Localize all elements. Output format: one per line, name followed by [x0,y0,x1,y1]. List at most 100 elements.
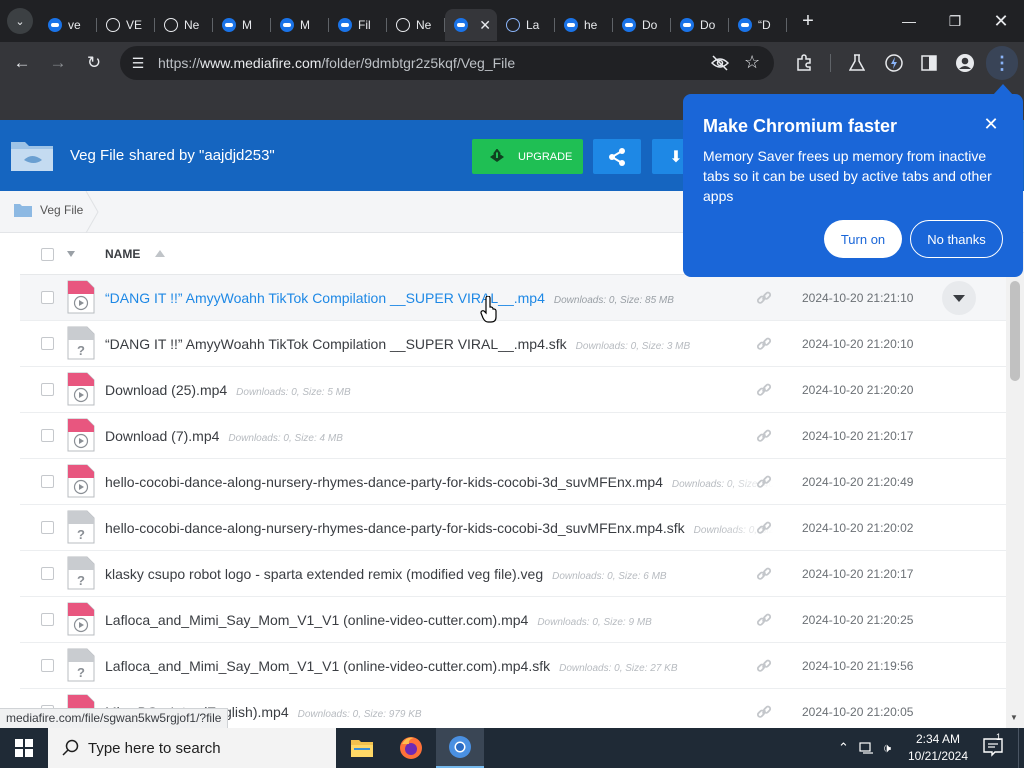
file-name-link[interactable]: “DANG IT !!” AmyyWoahh TikTok Compilatio… [105,336,567,352]
show-desktop-button[interactable] [1018,728,1024,768]
side-panel-icon[interactable] [921,55,937,71]
link-icon[interactable] [756,428,772,444]
row-checkbox[interactable] [41,337,54,350]
scroll-thumb[interactable] [1010,281,1020,381]
tab-close-icon[interactable]: ✕ [479,17,491,34]
site-info-icon[interactable]: ☰ [128,55,148,72]
file-row[interactable]: hello-cocobi-dance-along-nursery-rhymes-… [20,459,1006,505]
file-row[interactable]: Download (7).mp4 Downloads: 0, Size: 4 MB… [20,413,1006,459]
profile-avatar-icon[interactable] [955,53,975,73]
row-checkbox[interactable] [41,475,54,488]
new-tab-button[interactable]: + [795,10,821,33]
arrow-left-icon: ← [13,53,31,72]
file-row[interactable]: ? “DANG IT !!” AmyyWoahh TikTok Compilati… [20,321,1006,367]
tab[interactable]: Ne [155,9,213,41]
row-menu-button[interactable] [942,281,976,315]
minimize-button[interactable]: — [886,0,932,42]
file-name-link[interactable]: Lafloca_and_Mimi_Say_Mom_V1_V1 (online-v… [105,612,528,628]
breadcrumb[interactable]: Veg File [14,203,83,217]
forward-button[interactable]: → [42,47,74,79]
tab[interactable]: M [271,9,329,41]
back-button[interactable]: ← [6,47,38,79]
row-checkbox[interactable] [41,613,54,626]
scroll-down-arrow-icon[interactable]: ▼ [1010,713,1018,722]
turn-on-button[interactable]: Turn on [824,220,902,258]
file-row[interactable]: Download (25).mp4 Downloads: 0, Size: 5 M… [20,367,1006,413]
tab[interactable]: Do [671,9,729,41]
file-row[interactable]: “DANG IT !!” AmyyWoahh TikTok Compilatio… [20,275,1006,321]
link-icon[interactable] [756,474,772,490]
vertical-scrollbar[interactable]: ▼ [1006,233,1024,728]
volume-icon[interactable]: 🕩 [883,740,891,756]
tab[interactable]: La [497,9,555,41]
taskbar: Type here to search ⌃ 🕩 2:34 AM 10/21/20… [0,728,1024,768]
tab[interactable]: Ne [387,9,445,41]
firefox-app[interactable] [387,728,435,768]
svg-text:?: ? [77,343,85,358]
link-icon[interactable] [756,290,772,306]
restore-button[interactable]: ❐ [932,0,978,42]
link-icon[interactable] [756,382,772,398]
tab[interactable]: Do [613,9,671,41]
taskbar-search[interactable]: Type here to search [48,728,336,768]
file-name-link[interactable]: Download (25).mp4 [105,382,227,398]
tab[interactable]: VE [97,9,155,41]
clock[interactable]: 2:34 AM 10/21/2024 [900,731,976,765]
link-icon[interactable] [756,520,772,536]
chevron-up-icon[interactable]: ⌃ [838,740,849,756]
select-all-checkbox[interactable] [41,248,54,261]
tab[interactable]: he [555,9,613,41]
file-meta: Downloads: 0, Size: 6 MB [552,571,667,582]
file-explorer-app[interactable] [338,728,386,768]
tab[interactable]: “D [729,9,787,41]
share-button[interactable] [593,139,641,174]
chromium-app[interactable] [436,728,484,768]
link-icon[interactable] [756,336,772,352]
select-menu-caret[interactable] [67,251,75,257]
tab[interactable]: Fil [329,9,387,41]
column-name-header[interactable]: NAME [105,247,140,261]
file-name-link[interactable]: “DANG IT !!” AmyyWoahh TikTok Compilatio… [105,290,545,306]
file-row[interactable]: ? hello-cocobi-dance-along-nursery-rhymes… [20,505,1006,551]
close-window-button[interactable]: ✕ [978,0,1024,42]
flask-icon[interactable] [849,54,865,72]
chrome-menu-button[interactable]: ⋮ [986,46,1018,80]
file-name-link[interactable]: Lafloca_and_Mimi_Say_Mom_V1_V1 (online-v… [105,658,550,674]
tab[interactable]: M [213,9,271,41]
upgrade-button[interactable]: UPGRADE [472,139,583,174]
link-icon[interactable] [756,658,772,674]
file-name-link[interactable]: hello-cocobi-dance-along-nursery-rhymes-… [105,474,663,490]
extensions-icon[interactable] [795,54,813,72]
file-row[interactable]: Lafloca_and_Mimi_Say_Mom_V1_V1 (online-v… [20,597,1006,643]
network-icon[interactable] [859,741,875,755]
popup-close-button[interactable]: ✕ [981,114,1001,134]
start-button[interactable] [0,728,48,768]
file-name-link[interactable]: Download (7).mp4 [105,428,219,444]
file-name-link[interactable]: klasky csupo robot logo - sparta extende… [105,566,543,582]
file-row[interactable]: ? Lafloca_and_Mimi_Say_Mom_V1_V1 (online-… [20,643,1006,689]
tab-search-button[interactable]: ⌄ [7,8,33,34]
breadcrumb-separator [85,191,99,233]
row-checkbox[interactable] [41,291,54,304]
sort-asc-icon[interactable] [155,250,165,257]
tabs: ve VE Ne M M Fil Ne ✕ La he Do Do “D [39,0,787,42]
file-row[interactable]: ? klasky csupo robot logo - sparta extend… [20,551,1006,597]
memory-saver-icon[interactable] [884,53,904,73]
eye-off-icon[interactable] [710,55,730,71]
row-checkbox[interactable] [41,383,54,396]
link-icon[interactable] [756,612,772,628]
tab[interactable]: ve [39,9,97,41]
reload-button[interactable]: ↻ [78,47,110,79]
tab-active[interactable]: ✕ [445,9,497,41]
row-checkbox[interactable] [41,567,54,580]
link-icon[interactable] [756,704,772,720]
row-checkbox[interactable] [41,659,54,672]
star-icon[interactable]: ☆ [744,52,760,73]
address-bar[interactable]: ☰ https://www.mediafire.com/folder/9dmbt… [120,46,774,80]
row-checkbox[interactable] [41,429,54,442]
file-name-link[interactable]: hello-cocobi-dance-along-nursery-rhymes-… [105,520,685,536]
no-thanks-button[interactable]: No thanks [910,220,1003,258]
link-icon[interactable] [756,566,772,582]
row-checkbox[interactable] [41,521,54,534]
tab-label: M [300,18,310,32]
